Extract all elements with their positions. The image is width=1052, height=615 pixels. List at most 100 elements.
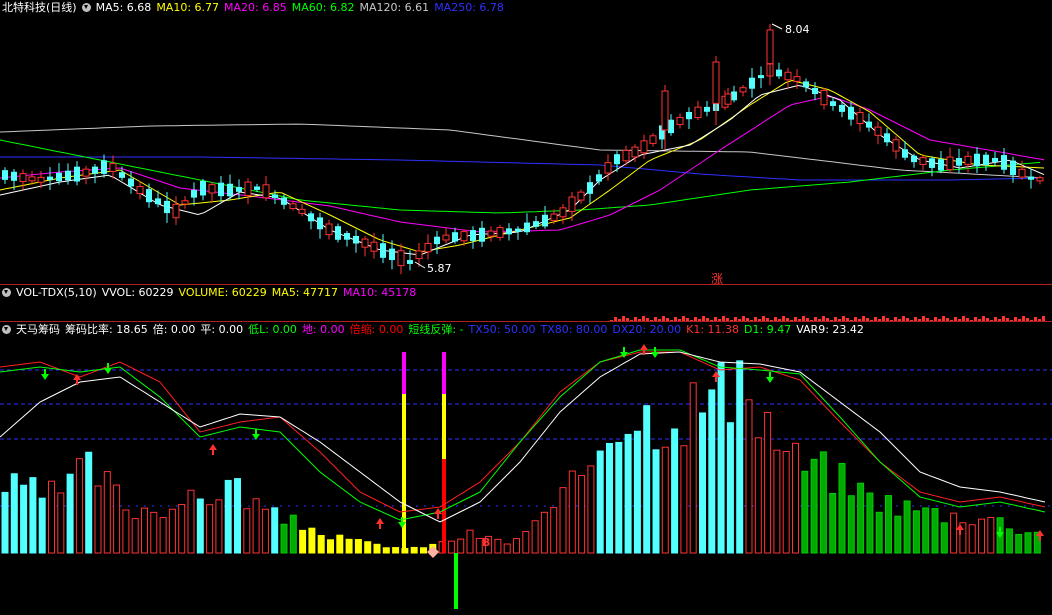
candle-body [262,184,270,199]
indicator-value: D1: 9.47 [744,323,792,336]
indicator-bar [131,518,139,554]
indicator-bar [354,539,362,554]
candle-body [119,172,125,178]
indicator-bar [912,510,920,554]
indicator-menu-icon[interactable] [2,288,11,297]
indicator-bar [866,492,874,554]
candle-body [749,77,755,89]
candle-body [974,153,980,167]
indicator-bar [345,538,353,554]
buy-arrow-icon [434,508,442,519]
ma20-line [0,95,1045,233]
sell-arrow-icon [651,347,659,358]
candle-body [397,250,405,267]
indicator-bar [85,451,93,554]
candle-body [668,119,674,134]
candle-body [92,166,98,174]
candle-body [181,200,189,205]
candle-body [874,126,882,136]
candle-body [380,243,386,258]
indicator-bar [261,508,269,554]
candle-body [830,101,836,106]
indicator-bar [224,479,232,554]
indicator-bar [206,504,214,554]
indicator-title: 天马筹码 [16,323,60,336]
volume-header: VOL-TDX(5,10) VVOL: 60229 VOLUME: 60229 MA5… [0,285,426,301]
indicator-chart[interactable]: B [0,322,1052,615]
indicator-bar [159,517,167,554]
candle-body [487,230,495,237]
indicator-bar [940,522,948,554]
indicator-bar [792,442,799,554]
candle-body [389,248,395,261]
indicator-bar [671,428,679,554]
candle-body [884,133,890,143]
indicator-bar [550,507,558,554]
candle-body [614,154,620,165]
candle-body [724,93,732,105]
indicator-bar [382,547,390,554]
indicator-bar [48,480,55,554]
volume-pane[interactable]: VOL-TDX(5,10) VVOL: 60229 VOLUME: 60229 MA5… [0,285,1052,322]
candle-body [56,172,62,182]
indicator-bar [838,462,846,554]
indicator-pane[interactable]: 天马筹码 筹码比率: 18.65 倍: 0.00 平: 0.00 低L: 0.00 地: … [0,322,1052,615]
buy-arrow-icon [209,444,217,455]
candle-body [776,69,782,77]
indicator-bar [1,491,9,554]
candle-body [649,135,657,144]
indicator-bar [764,411,772,554]
indicator-bar [410,546,418,554]
candle-body [550,213,558,221]
indicator-value: 地: 0.00 [301,323,345,336]
candle-body [919,157,927,165]
indicator-bar [708,389,716,554]
candle-body [515,228,521,232]
candle-body [803,81,809,88]
indicator-bar [643,405,651,554]
indicator-bar [782,451,790,554]
indicator-bar [66,473,74,554]
sell-arrow-icon [766,372,774,383]
indicator-value: 低L: 0.00 [248,323,297,336]
indicator-menu-icon[interactable] [2,325,11,334]
candle-body [442,234,450,241]
candle-body [1001,155,1007,170]
indicator-bar [903,500,911,554]
indicator-bar [736,360,744,554]
candle-body [793,76,801,82]
indicator-bar [875,511,883,554]
candle-body [1036,177,1044,182]
candle-body [361,238,369,248]
candle-body [407,260,413,264]
candle-body [568,196,576,212]
candle-body [28,176,36,182]
indicator-bar [978,518,985,554]
indicator-bar [1015,533,1023,554]
candle-body [946,156,954,171]
indicator-bar [503,543,511,554]
ma-value: MA10: 6.77 [156,1,220,14]
indicator-bar [392,547,400,554]
candle-body [911,155,917,163]
price-chart-pane[interactable]: 北特科技(日线) MA5: 6.68 MA10: 6.77 MA20: 6.85 MA6… [0,0,1052,285]
high-pointer [771,23,783,30]
indicator-bar [317,535,325,554]
indicator-bar [57,492,65,554]
candle-body [1010,160,1016,175]
candle-body [596,174,602,182]
candle-body [983,154,989,166]
indicator-bar [633,430,641,554]
indicator-bar [252,498,260,554]
candle-body [172,203,180,219]
candle-body [766,29,774,65]
candle-body [424,242,432,253]
candlestick-chart[interactable]: 8.04 5.87 涨 [0,0,1052,285]
indicator-bar [819,451,827,554]
indicator-menu-icon[interactable] [81,3,91,12]
candle-body [820,89,828,106]
candle-body [254,186,260,190]
candle-body [191,189,197,198]
indicator-bar [215,499,223,554]
candle-body [577,191,585,201]
